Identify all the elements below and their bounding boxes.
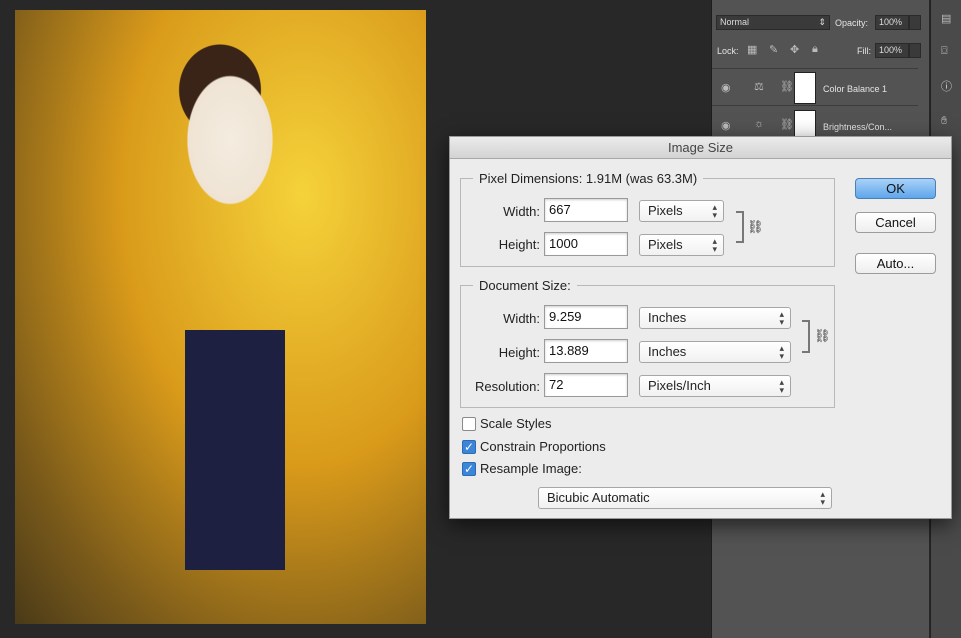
updown-icon: ▴ ▾ bbox=[712, 202, 717, 220]
blend-mode-select[interactable]: Normal ⇕ bbox=[716, 15, 830, 30]
resolution-label: Resolution: bbox=[474, 379, 540, 394]
doc-width-input[interactable]: 9.259 bbox=[544, 305, 628, 329]
eye-icon[interactable]: ◉ bbox=[721, 81, 731, 94]
pixel-height-input[interactable]: 1000 bbox=[544, 232, 628, 256]
chain-icon[interactable]: ⛓ bbox=[780, 80, 794, 93]
move-icon[interactable]: ✥ bbox=[790, 43, 799, 56]
auto-button[interactable]: Auto... bbox=[855, 253, 936, 274]
updown-icon: ▴ ▾ bbox=[712, 236, 717, 254]
lock-icon[interactable]: 🔒︎ bbox=[812, 43, 818, 56]
image-size-dialog: Image Size Pixel Dimensions: 1.91M (was … bbox=[449, 136, 952, 519]
unit-value: Pixels bbox=[648, 237, 683, 252]
updown-icon: ⇕ bbox=[818, 17, 826, 27]
resolution-unit-select[interactable]: Pixels/Inch ▴ ▾ bbox=[639, 375, 791, 397]
layer-name: Brightness/Con... bbox=[823, 122, 893, 132]
scale-styles-checkbox[interactable] bbox=[462, 417, 476, 431]
brush-icon[interactable]: ✎ bbox=[769, 43, 778, 56]
resample-image-checkbox[interactable]: ✓ bbox=[462, 462, 476, 476]
canvas-photo bbox=[15, 10, 426, 624]
constrain-proportions-checkbox[interactable]: ✓ bbox=[462, 440, 476, 454]
updown-icon: ▴ ▾ bbox=[779, 309, 784, 327]
layer-name: Color Balance 1 bbox=[823, 84, 888, 94]
doc-height-input[interactable]: 13.889 bbox=[544, 339, 628, 363]
dialog-title: Image Size bbox=[450, 137, 951, 159]
link-icon: ⛓ bbox=[814, 328, 831, 343]
hand-tool-icon[interactable]: ✋︎ bbox=[941, 115, 947, 128]
camera-icon[interactable]: ⌼ bbox=[941, 45, 948, 58]
updown-icon: ▴ ▾ bbox=[779, 377, 784, 395]
constrain-proportions-label: Constrain Proportions bbox=[480, 439, 606, 454]
scale-styles-label: Scale Styles bbox=[480, 416, 552, 431]
doc-width-label: Width: bbox=[503, 311, 540, 326]
blend-mode-value: Normal bbox=[720, 17, 750, 27]
unit-value: Pixels/Inch bbox=[648, 378, 711, 393]
doc-width-unit-select[interactable]: Inches ▴ ▾ bbox=[639, 307, 791, 329]
unit-value: Inches bbox=[648, 344, 687, 359]
doc-height-unit-select[interactable]: Inches ▴ ▾ bbox=[639, 341, 791, 363]
pixel-dimensions-legend: Pixel Dimensions: 1.91M (was 63.3M) bbox=[479, 171, 698, 186]
lock-label: Lock: bbox=[717, 46, 739, 56]
pixel-height-unit-select[interactable]: Pixels ▴ ▾ bbox=[639, 234, 724, 256]
constrain-bracket bbox=[802, 320, 810, 353]
unit-value: Inches bbox=[648, 310, 687, 325]
lock-transparent-icon[interactable]: ▦ bbox=[747, 43, 757, 56]
grid-icon[interactable]: ▤ bbox=[941, 12, 951, 25]
opacity-dropdown[interactable] bbox=[909, 15, 921, 30]
info-icon[interactable]: ⓘ bbox=[941, 78, 952, 94]
unit-value: Pixels bbox=[648, 203, 683, 218]
link-icon: ⛓ bbox=[747, 219, 764, 234]
mask-thumbnail bbox=[794, 72, 816, 104]
layer-row[interactable]: ◉ ⚖ ⛓ Color Balance 1 bbox=[712, 68, 918, 106]
updown-icon: ▴ ▾ bbox=[779, 343, 784, 361]
document-size-legend: Document Size: bbox=[479, 278, 571, 293]
resample-image-label: Resample Image: bbox=[480, 461, 582, 476]
fill-label: Fill: bbox=[857, 46, 871, 56]
pixel-width-input[interactable]: 667 bbox=[544, 198, 628, 222]
sun-icon: ☼ bbox=[754, 118, 765, 130]
balance-scale-icon: ⚖ bbox=[754, 81, 764, 93]
resample-method-select[interactable]: Bicubic Automatic ▴ ▾ bbox=[538, 487, 832, 509]
cancel-button[interactable]: Cancel bbox=[855, 212, 936, 233]
doc-height-label: Height: bbox=[498, 345, 540, 360]
opacity-field[interactable]: 100% bbox=[875, 15, 909, 30]
updown-icon: ▴ ▾ bbox=[820, 489, 825, 507]
height-label: Height: bbox=[498, 237, 540, 252]
chain-icon[interactable]: ⛓ bbox=[780, 118, 794, 131]
width-label: Width: bbox=[503, 204, 540, 219]
opacity-label: Opacity: bbox=[835, 18, 869, 28]
ok-button[interactable]: OK bbox=[855, 178, 936, 199]
eye-icon[interactable]: ◉ bbox=[721, 119, 731, 132]
method-value: Bicubic Automatic bbox=[547, 490, 650, 505]
resolution-input[interactable]: 72 bbox=[544, 373, 628, 397]
fill-field[interactable]: 100% bbox=[875, 43, 909, 58]
fill-dropdown[interactable] bbox=[909, 43, 921, 58]
constrain-bracket bbox=[736, 211, 744, 243]
pixel-width-unit-select[interactable]: Pixels ▴ ▾ bbox=[639, 200, 724, 222]
